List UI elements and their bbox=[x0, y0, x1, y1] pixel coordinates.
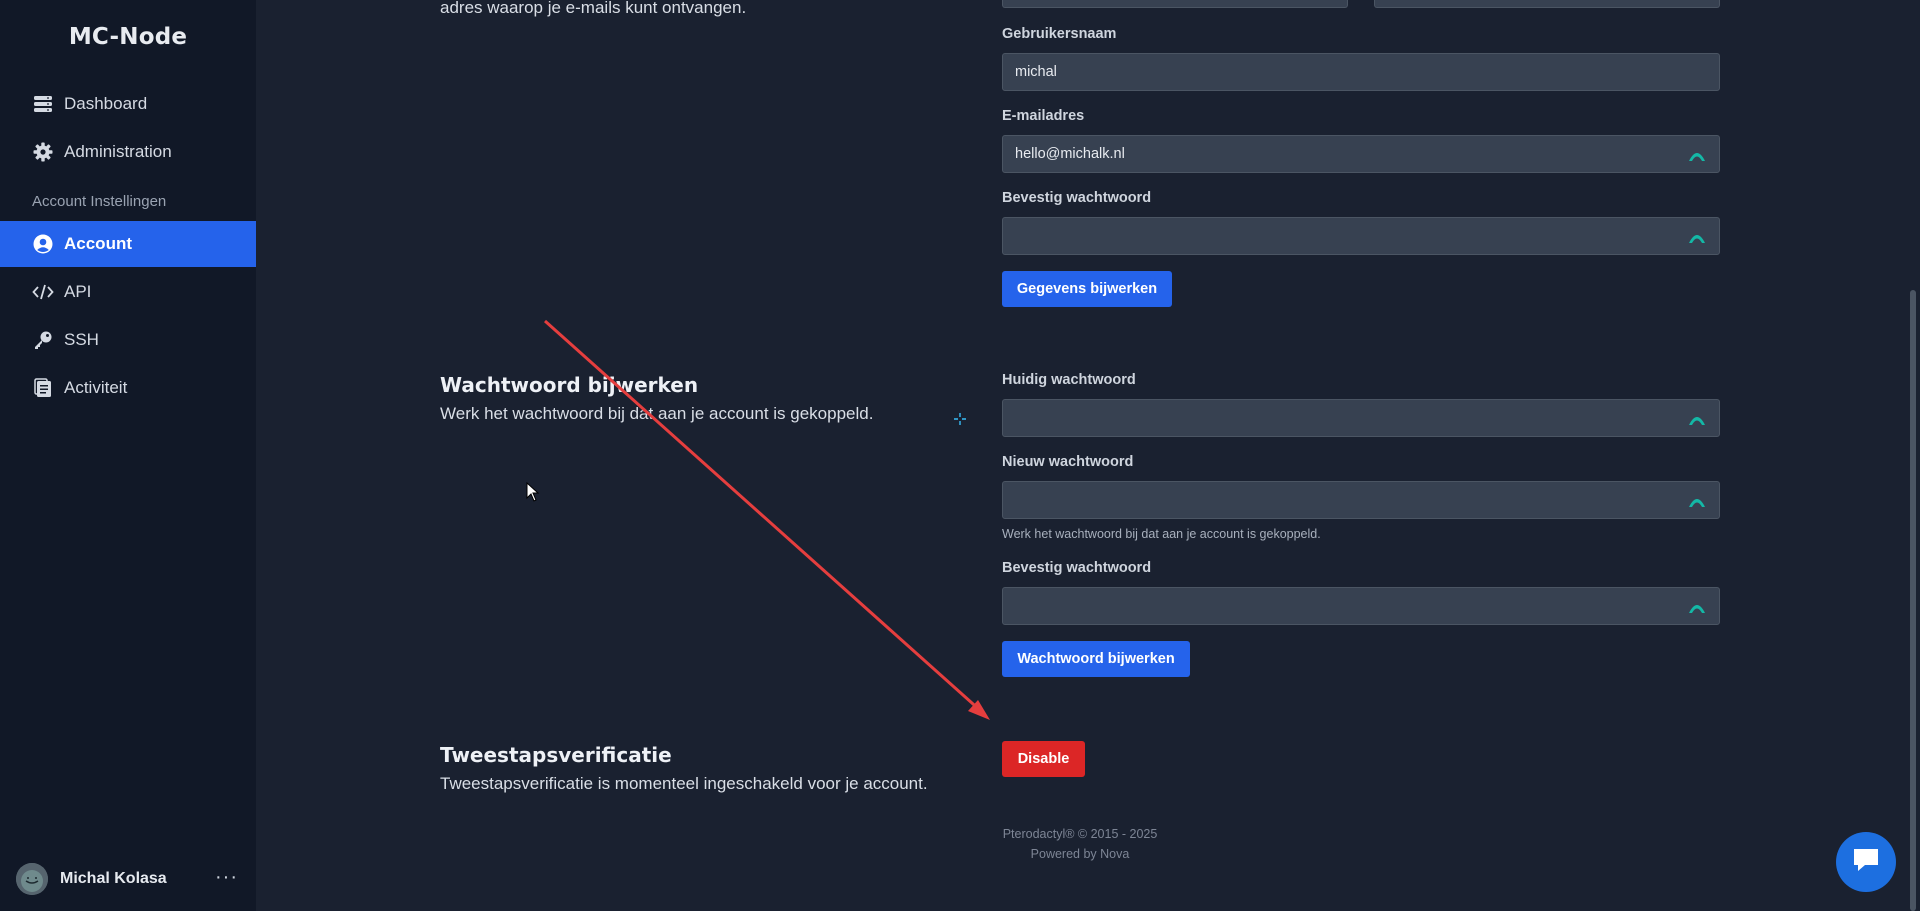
chat-button[interactable] bbox=[1836, 832, 1896, 892]
mouse-cursor-icon bbox=[526, 481, 540, 507]
scrollbar[interactable] bbox=[1910, 290, 1916, 911]
chat-icon bbox=[1851, 846, 1881, 879]
annotation-arrow bbox=[543, 319, 990, 720]
